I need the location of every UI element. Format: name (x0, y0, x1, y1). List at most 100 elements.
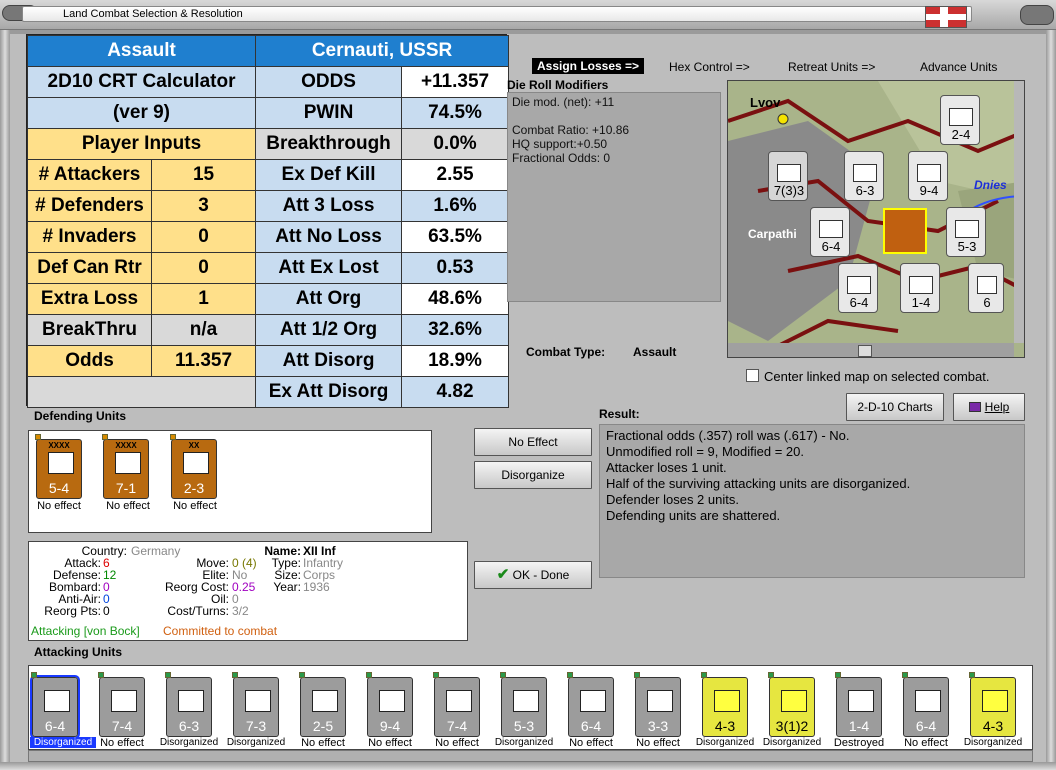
attacking-units-label: Attacking Units (34, 645, 123, 659)
crt-header-right: Cernauti, USSR (255, 35, 510, 67)
attacking-unit[interactable]: 5-3 (500, 672, 547, 737)
unit-symbol-icon (513, 690, 539, 712)
map-counter[interactable]: 6-3 (844, 151, 884, 201)
attacking-unit-status: No effect (636, 737, 680, 749)
result-line: Defender loses 2 units. (606, 492, 739, 507)
crt-input-value[interactable]: 3 (150, 190, 257, 222)
crt-header-left: Assault (26, 35, 257, 67)
hex-control-step[interactable]: Hex Control => (669, 60, 750, 74)
unit-strength: 4-3 (714, 718, 736, 734)
attacking-unit-status: Disorganized (494, 737, 554, 748)
crt-result-value: +11.357 (401, 66, 510, 98)
map-vertical-scrollbar[interactable] (1014, 81, 1024, 343)
crt-input-value[interactable]: 0 (150, 252, 257, 284)
crt-input-label: # Attackers (27, 159, 152, 191)
antitank-symbol-icon (183, 452, 209, 474)
unit-symbol-icon (915, 690, 941, 712)
attacking-unit[interactable]: 4-3 (969, 672, 1016, 737)
window-frame-right (1046, 30, 1056, 770)
info-reorg-value: 0 (103, 604, 110, 618)
attacking-unit[interactable]: 4-3 (701, 672, 748, 737)
unit-symbol-icon (848, 690, 874, 712)
attacking-units-scrollbar[interactable] (28, 750, 1033, 762)
charts-button[interactable]: 2-D-10 Charts (846, 393, 944, 421)
crt-result-value: 48.6% (401, 283, 510, 315)
crt-result-value: 0.53 (401, 252, 510, 284)
attacking-unit[interactable]: 7-4 (433, 672, 480, 737)
attacking-unit-status: Disorganized (695, 737, 755, 748)
unit-symbol-icon (446, 690, 472, 712)
unit-strength: 7-4 (111, 718, 133, 734)
attacking-unit[interactable]: 2-5 (299, 672, 346, 737)
attacking-unit[interactable]: 1-4 (835, 672, 882, 737)
attacking-unit[interactable]: 6-3 (165, 672, 212, 737)
die-roll-line: Fractional Odds: 0 (512, 151, 611, 165)
advance-units-step[interactable]: Advance Units (920, 60, 997, 74)
result-panel: Fractional odds (.357) roll was (.617) -… (599, 424, 1025, 578)
unit-marker-icon (634, 672, 640, 678)
crt-input-label: Def Can Rtr (27, 252, 152, 284)
map-scroll-thumb[interactable] (858, 345, 872, 357)
defending-unit[interactable]: XX 2-3 (170, 434, 217, 499)
map-counter[interactable]: 9-4 (908, 151, 948, 201)
assign-losses-step[interactable]: Assign Losses => (532, 58, 645, 74)
linked-map[interactable]: Lvov Carpathi Dnies 2-4 7(3)3 6-3 9-4 6-… (727, 80, 1025, 358)
map-counter[interactable]: 6-4 (838, 263, 878, 313)
infantry-symbol-icon (48, 452, 74, 474)
attacking-unit[interactable]: 3(1)2 (768, 672, 815, 737)
crt-result-label: Att Ex Lost (255, 252, 403, 284)
map-counter[interactable]: 5-3 (946, 207, 986, 257)
crt-input-label: Extra Loss (27, 283, 152, 315)
unit-symbol-icon (111, 690, 137, 712)
map-counter[interactable]: 2-4 (940, 95, 980, 145)
defending-unit[interactable]: XXXX 5-4 (35, 434, 82, 499)
center-map-checkbox[interactable] (746, 369, 759, 382)
crt-result-label: Att 1/2 Org (255, 314, 403, 346)
map-counter[interactable]: 6-4 (810, 207, 850, 257)
result-line: Attacker loses 1 unit. (606, 460, 727, 475)
die-roll-line: Die mod. (net): +11 (512, 95, 615, 109)
map-counter[interactable]: 6 (968, 263, 1004, 313)
map-counter[interactable]: 1-4 (900, 263, 940, 313)
combat-type-value: Assault (633, 345, 677, 359)
no-effect-button[interactable]: No Effect (474, 428, 592, 456)
attacking-unit[interactable]: 7-3 (232, 672, 279, 737)
attacking-unit[interactable]: 9-4 (366, 672, 413, 737)
attacking-unit[interactable]: 3-3 (634, 672, 681, 737)
defending-unit[interactable]: XXXX 7-1 (102, 434, 149, 499)
unit-marker-icon (701, 672, 707, 678)
crt-input-value[interactable]: 0 (150, 221, 257, 253)
unit-marker-icon (768, 672, 774, 678)
attacking-unit[interactable]: 6-4 (567, 672, 614, 737)
map-counter[interactable]: 7(3)3 (768, 151, 808, 201)
unit-strength: 7-3 (245, 718, 267, 734)
info-year-label: Year: (273, 580, 301, 594)
unit-marker-icon (98, 672, 104, 678)
ok-done-button[interactable]: ✔ OK - Done (474, 561, 592, 589)
checkmark-icon: ✔ (496, 566, 510, 583)
attacking-unit[interactable]: 6-4 (30, 672, 80, 739)
crt-result-value: 32.6% (401, 314, 510, 346)
attacking-unit-status: No effect (904, 737, 948, 749)
crt-result-label: Ex Att Disorg (255, 376, 403, 408)
help-button[interactable]: Help (953, 393, 1025, 421)
attacking-unit[interactable]: 7-4 (98, 672, 145, 737)
unit-symbol-icon (312, 690, 338, 712)
unit-marker-icon (232, 672, 238, 678)
crt-input-label: # Defenders (27, 190, 152, 222)
map-horizontal-scrollbar[interactable] (728, 343, 1014, 357)
phase-action-bar: Assign Losses => Hex Control => Retreat … (527, 56, 1017, 78)
attacking-unit[interactable]: 6-4 (902, 672, 949, 737)
die-roll-line: Combat Ratio: +10.86 (512, 123, 630, 137)
crt-input-value[interactable]: 1 (150, 283, 257, 315)
window-close-icon[interactable] (1020, 5, 1054, 25)
unit-strength: 6-3 (178, 718, 200, 734)
crt-input-label: # Invaders (27, 221, 152, 253)
info-cost-label: Cost/Turns: (167, 604, 229, 618)
crt-input-value[interactable]: 15 (150, 159, 257, 191)
unit-symbol-icon (580, 690, 606, 712)
unit-info-panel: Country: Germany Attack: 6 Defense: 12 B… (28, 541, 468, 641)
help-book-icon (968, 402, 981, 412)
retreat-units-step[interactable]: Retreat Units => (788, 60, 875, 74)
disorganize-button[interactable]: Disorganize (474, 461, 592, 489)
